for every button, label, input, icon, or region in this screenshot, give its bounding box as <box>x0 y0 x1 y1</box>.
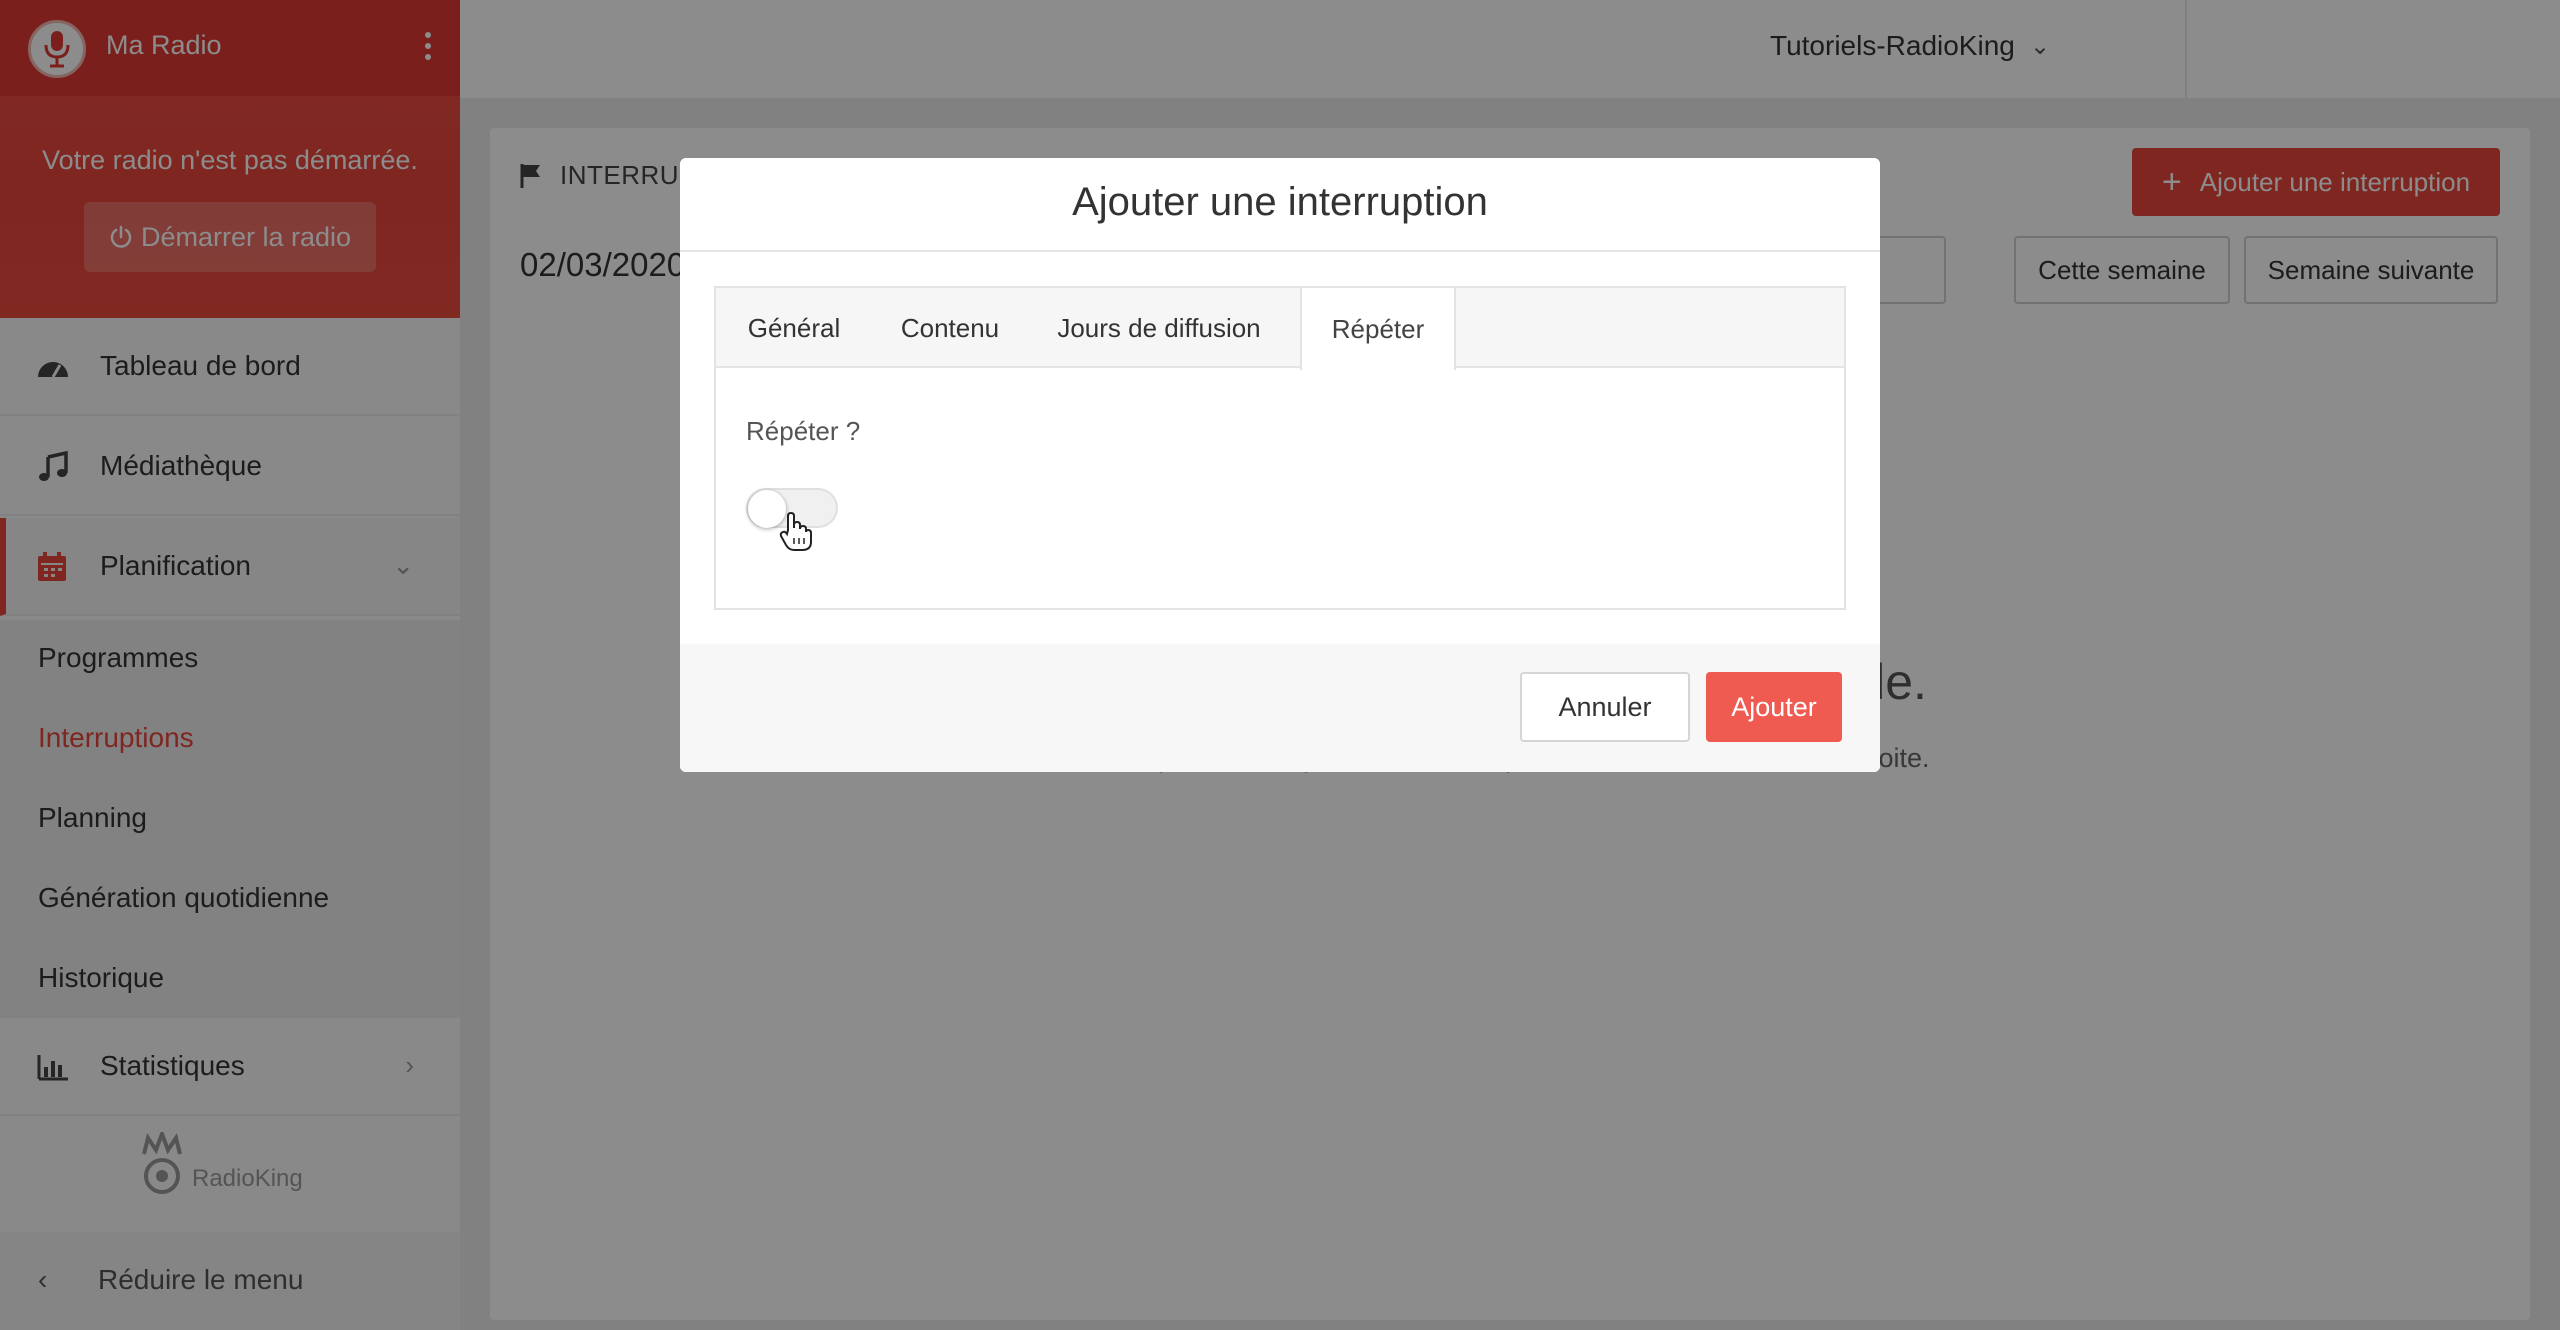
modal-header: Ajouter une interruption <box>680 158 1880 252</box>
tab-broadcast-days[interactable]: Jours de diffusion <box>1028 288 1290 368</box>
cancel-button[interactable]: Annuler <box>1520 672 1690 742</box>
submit-add-button[interactable]: Ajouter <box>1706 672 1842 742</box>
modal-footer: Annuler Ajouter <box>680 644 1880 772</box>
hand-cursor-icon <box>779 512 812 551</box>
repeat-label: Répéter ? <box>746 416 861 446</box>
modal-title: Ajouter une interruption <box>1072 180 1488 224</box>
tab-repeat[interactable]: Répéter <box>1300 288 1456 370</box>
add-interruption-modal: Ajouter une interruption Général Contenu… <box>680 158 1880 772</box>
tab-general[interactable]: Général <box>716 288 872 368</box>
tab-content[interactable]: Contenu <box>872 288 1028 368</box>
tab-strip: Général Contenu Jours de diffusion Répét… <box>716 288 1844 370</box>
modal-tabs: Général Contenu Jours de diffusion Répét… <box>714 286 1846 610</box>
